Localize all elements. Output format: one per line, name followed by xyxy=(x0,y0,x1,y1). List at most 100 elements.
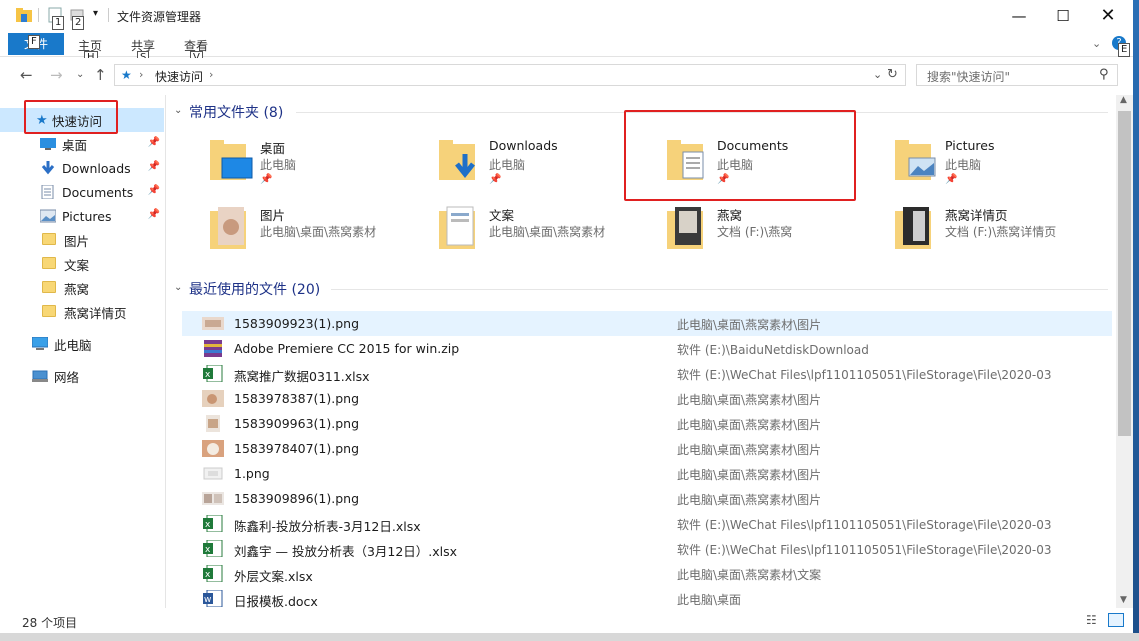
up-arrow-icon[interactable]: ↑ xyxy=(94,66,107,84)
file-path: 此电脑\桌面\燕窝素材\图片 xyxy=(677,318,822,332)
excel-file-icon: x xyxy=(202,539,224,558)
computer-icon xyxy=(31,336,49,351)
sidebar-item-pictures-folder[interactable]: 图片 xyxy=(0,228,164,252)
maximize-button[interactable]: ☐ xyxy=(1040,0,1086,31)
folder-icon xyxy=(42,233,58,247)
file-name: 陈鑫利-投放分析表-3月12日.xlsx xyxy=(234,519,421,534)
back-arrow-icon[interactable]: ← xyxy=(20,66,33,84)
search-input[interactable]: 搜索"快速访问" ⚲ xyxy=(916,64,1118,86)
folder-path: 文档 (F:)\燕窝详情页 xyxy=(945,225,1057,239)
list-item[interactable]: x 陈鑫利-投放分析表-3月12日.xlsx 软件 (E:)\WeChat Fi… xyxy=(182,511,1112,536)
customize-toolbar-dropdown-icon[interactable]: ▾ xyxy=(93,8,98,19)
breadcrumb[interactable]: 快速访问 xyxy=(155,68,203,85)
pin-icon[interactable]: 📌 xyxy=(148,137,160,148)
scrollbar-thumb[interactable] xyxy=(1118,111,1131,436)
address-bar[interactable]: ★ › 快速访问 › ⌄ ↻ xyxy=(114,64,906,86)
file-path: 此电脑\桌面 xyxy=(677,593,742,607)
refresh-icon[interactable]: ↻ xyxy=(887,67,898,82)
collapse-chevron-icon[interactable]: ⌄ xyxy=(174,282,182,293)
list-item[interactable]: 1583978407(1).png 此电脑\桌面\燕窝素材\图片 xyxy=(182,436,1112,461)
large-icons-view-icon[interactable] xyxy=(1108,613,1124,627)
folder-tile-downloads[interactable]: Downloads 此电脑 📌 xyxy=(429,132,655,194)
documents-icon xyxy=(40,184,56,200)
list-item[interactable]: w 日报模板.docx 此电脑\桌面 xyxy=(182,586,1112,611)
file-name: 燕窝推广数据0311.xlsx xyxy=(234,369,370,384)
details-view-icon[interactable]: ☷ xyxy=(1086,613,1097,627)
pictures-icon xyxy=(39,209,57,223)
separator xyxy=(38,8,39,22)
svg-text:x: x xyxy=(205,370,211,380)
pictures-folder-icon xyxy=(893,136,939,186)
image-file-icon xyxy=(202,490,224,507)
folder-tile-pictures[interactable]: Pictures 此电脑 📌 xyxy=(885,132,1111,194)
list-item[interactable]: 1583909923(1).png 此电脑\桌面\燕窝素材\图片 xyxy=(182,311,1112,336)
desktop-icon xyxy=(40,137,56,151)
close-button[interactable]: ✕ xyxy=(1085,0,1131,31)
file-path: 此电脑\桌面\燕窝素材\图片 xyxy=(677,418,822,432)
status-bar: 28 个项目 ☷ xyxy=(0,609,1139,633)
recent-locations-chevron-icon[interactable]: ⌄ xyxy=(76,69,84,80)
frequent-folders-heading[interactable]: 常用文件夹 (8) xyxy=(189,102,283,122)
sidebar-item-pictures[interactable]: Pictures 📌 xyxy=(0,204,164,228)
list-item[interactable]: x 外层文案.xlsx 此电脑\桌面\燕窝素材\文案 xyxy=(182,561,1112,586)
pin-icon[interactable]: 📌 xyxy=(148,209,160,220)
scroll-down-icon[interactable]: ▼ xyxy=(1120,595,1127,605)
forward-arrow-icon[interactable]: → xyxy=(50,66,63,84)
sidebar-item-downloads[interactable]: Downloads 📌 xyxy=(0,156,164,180)
sidebar-item-documents[interactable]: Documents 📌 xyxy=(0,180,164,204)
minimize-button[interactable]: — xyxy=(996,0,1042,31)
breadcrumb-separator-icon[interactable]: › xyxy=(209,68,213,81)
folder-name: Downloads xyxy=(489,138,558,153)
recent-files-heading[interactable]: 最近使用的文件 (20) xyxy=(189,279,320,299)
file-name: 1583978407(1).png xyxy=(234,441,359,456)
collapse-chevron-icon[interactable]: ⌄ xyxy=(174,105,182,116)
svg-text:x: x xyxy=(205,520,211,530)
list-item[interactable]: 1583909963(1).png 此电脑\桌面\燕窝素材\图片 xyxy=(182,411,1112,436)
list-item[interactable]: x 刘鑫宇 — 投放分析表（3月12日）.xlsx 软件 (E:)\WeChat… xyxy=(182,536,1112,561)
navigation-pane: ★ 快速访问 桌面 📌 Downloads 📌 Documents 📌 Pict… xyxy=(0,95,166,608)
sidebar-item-this-pc[interactable]: 此电脑 xyxy=(0,332,164,356)
folder-name: 文案 xyxy=(489,208,515,223)
keytip-help: E xyxy=(1118,43,1131,57)
pin-icon: 📌 xyxy=(945,174,958,185)
divider xyxy=(331,289,1108,290)
file-path: 此电脑\桌面\燕窝素材\图片 xyxy=(677,443,822,457)
breadcrumb-separator-icon[interactable]: › xyxy=(139,68,143,81)
list-item[interactable]: 1583909896(1).png 此电脑\桌面\燕窝素材\图片 xyxy=(182,486,1112,511)
sidebar-item-network[interactable]: 网络 xyxy=(0,364,164,388)
svg-text:w: w xyxy=(204,595,211,605)
sidebar-item-yanwo-folder[interactable]: 燕窝 xyxy=(0,276,164,300)
folder-name: 图片 xyxy=(260,208,286,223)
scroll-up-icon[interactable]: ▲ xyxy=(1120,95,1127,105)
pin-icon: 📌 xyxy=(260,174,273,185)
folder-tile-copy[interactable]: 文案 此电脑\桌面\燕窝素材 xyxy=(429,199,655,261)
content-pane: ⌄ 常用文件夹 (8) 桌面 此电脑 📌 Downloads 此电脑 📌 Doc… xyxy=(168,95,1116,611)
address-dropdown-icon[interactable]: ⌄ xyxy=(873,68,882,81)
folder-name: 燕窝详情页 xyxy=(945,208,1008,223)
folder-tile-yanwo[interactable]: 燕窝 文档 (F:)\燕窝 xyxy=(657,199,883,261)
downloads-folder-icon xyxy=(437,136,483,186)
search-icon[interactable]: ⚲ xyxy=(1099,67,1109,82)
list-item[interactable]: Adobe Premiere CC 2015 for win.zip 软件 (E… xyxy=(182,336,1112,361)
sidebar-item-yanwo-detail-folder[interactable]: 燕窝详情页 xyxy=(0,300,164,324)
file-path: 软件 (E:)\WeChat Files\lpf1101105051\FileS… xyxy=(677,368,1052,382)
sidebar-item-desktop[interactable]: 桌面 📌 xyxy=(0,132,164,156)
separator xyxy=(108,8,109,22)
ribbon-tabs: 文件 F 主页 H 共享 S 查看 V ⌄ ? E xyxy=(0,31,1139,65)
pin-icon[interactable]: 📌 xyxy=(148,185,160,196)
folder-tile-desktop[interactable]: 桌面 此电脑 📌 xyxy=(200,132,426,194)
list-item[interactable]: 1583978387(1).png 此电脑\桌面\燕窝素材\图片 xyxy=(182,386,1112,411)
excel-file-icon: x xyxy=(202,564,224,583)
folder-icon xyxy=(42,257,58,271)
sidebar-item-copy-folder[interactable]: 文案 xyxy=(0,252,164,276)
excel-file-icon: x xyxy=(202,364,224,383)
folder-tile-yanwo-detail[interactable]: 燕窝详情页 文档 (F:)\燕窝详情页 xyxy=(885,199,1111,261)
folder-tile-pictures-cn[interactable]: 图片 此电脑\桌面\燕窝素材 xyxy=(200,199,426,261)
expand-ribbon-icon[interactable]: ⌄ xyxy=(1092,37,1101,50)
list-item[interactable]: x 燕窝推广数据0311.xlsx 软件 (E:)\WeChat Files\l… xyxy=(182,361,1112,386)
list-item[interactable]: 1.png 此电脑\桌面\燕窝素材\图片 xyxy=(182,461,1112,486)
sidebar-item-label: 文案 xyxy=(64,257,90,273)
title-bar: 1 2 ▾ 文件资源管理器 — ☐ ✕ xyxy=(0,0,1139,31)
folder-icon xyxy=(42,305,58,319)
pin-icon[interactable]: 📌 xyxy=(148,161,160,172)
